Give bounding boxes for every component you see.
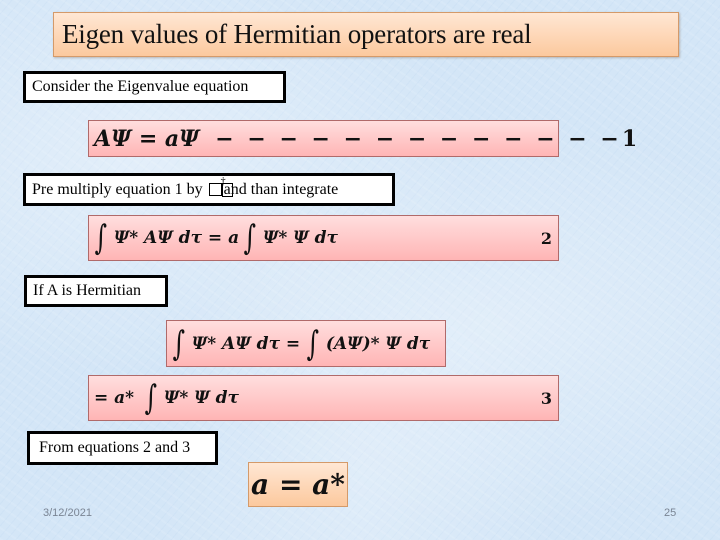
dagger-glyph: † bbox=[220, 176, 226, 187]
label-premultiply: Pre multiply equation 1 by † and than in… bbox=[23, 173, 395, 206]
footer-page-number: 25 bbox=[664, 507, 677, 519]
equation-hermitian-box: ∫ Ψ* AΨ dτ = ∫ (AΨ)* Ψ dτ bbox=[166, 320, 446, 367]
label-premultiply-text-after: and than integrate bbox=[223, 180, 339, 198]
equation-1-dashes: − − − − − − − − − − − − − bbox=[215, 125, 622, 152]
label-from-equations: From equations 2 and 3 bbox=[27, 431, 218, 465]
equation-hermitian-part-1: Ψ* AΨ dτ = bbox=[191, 333, 307, 354]
equation-2-box: ∫ Ψ* AΨ dτ = a ∫ Ψ* Ψ dτ 2 bbox=[88, 215, 559, 261]
equation-1-expression: AΨ = aΨ bbox=[94, 125, 200, 152]
equation-1-number: 1 bbox=[621, 125, 638, 152]
integral-sign-icon: ∫ bbox=[94, 218, 108, 258]
equation-3-part-2: Ψ* Ψ dτ bbox=[163, 388, 239, 408]
slide-title: Eigen values of Hermitian operators are … bbox=[62, 19, 532, 49]
equation-hermitian-part-2: (AΨ)* Ψ dτ bbox=[325, 333, 431, 354]
label-consider-text: Consider the Eigenvalue equation bbox=[32, 78, 249, 95]
equation-2-part-1: Ψ* AΨ dτ = a bbox=[113, 228, 240, 248]
equation-3-box: = a* ∫ Ψ* Ψ dτ 3 bbox=[88, 375, 559, 421]
integral-sign-icon: ∫ bbox=[172, 323, 186, 364]
equation-3-number: 3 bbox=[540, 388, 552, 408]
label-if-hermitian: If A is Hermitian bbox=[24, 275, 168, 307]
slide-title-box: Eigen values of Hermitian operators are … bbox=[53, 12, 679, 57]
equation-3-part-1: = a* bbox=[94, 388, 135, 408]
label-from-equations-text: From equations 2 and 3 bbox=[39, 439, 191, 456]
integral-sign-icon: ∫ bbox=[144, 378, 158, 418]
equation-hermitian-expression: ∫ Ψ* AΨ dτ = ∫ (AΨ)* Ψ dτ bbox=[172, 327, 439, 361]
label-premultiply-text-before: Pre multiply equation 1 by bbox=[32, 180, 207, 198]
integral-sign-icon: ∫ bbox=[243, 218, 257, 258]
equation-2-expression: ∫ Ψ* AΨ dτ = a ∫ Ψ* Ψ dτ bbox=[94, 221, 541, 255]
equation-2-part-2: Ψ* Ψ dτ bbox=[262, 228, 338, 248]
integral-sign-icon: ∫ bbox=[306, 323, 320, 364]
result-equation-box: a = a* bbox=[248, 462, 348, 507]
label-if-hermitian-text: If A is Hermitian bbox=[33, 282, 141, 299]
result-equation: a = a* bbox=[251, 468, 345, 501]
equation-3-expression: = a* ∫ Ψ* Ψ dτ bbox=[94, 381, 541, 415]
equation-1-box: AΨ = aΨ − − − − − − − − − − − − − 1 bbox=[88, 120, 637, 157]
equation-2-number: 2 bbox=[540, 228, 552, 248]
footer-date: 3/12/2021 bbox=[43, 507, 92, 519]
label-consider-eigenvalue: Consider the Eigenvalue equation bbox=[23, 71, 286, 103]
missing-glyph-icon: † bbox=[208, 177, 226, 196]
